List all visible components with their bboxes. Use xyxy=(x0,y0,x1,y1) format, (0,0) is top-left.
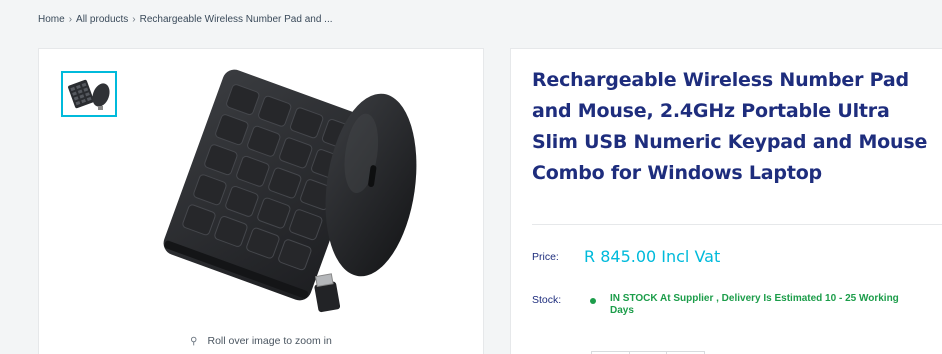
stock-row: Stock: IN STOCK At Supplier , Delivery I… xyxy=(532,293,910,317)
product-info: Rechargeable Wireless Number Pad and Mou… xyxy=(510,48,942,354)
price-label: Price: xyxy=(532,250,559,263)
keypad-mouse-image xyxy=(163,69,417,313)
breadcrumb-current: Rechargeable Wireless Number Pad and ... xyxy=(139,14,333,25)
breadcrumb: Home › All products › Rechargeable Wirel… xyxy=(38,14,333,25)
breadcrumb-all-products-link[interactable]: All products xyxy=(76,14,128,25)
divider xyxy=(532,224,942,225)
product-main-image[interactable] xyxy=(149,67,419,327)
price-value: R 845.00 Incl Vat xyxy=(584,247,721,266)
stock-value: IN STOCK At Supplier , Delivery Is Estim… xyxy=(610,293,899,316)
product-gallery: ⚲ Roll over image to zoom in xyxy=(38,48,484,354)
breadcrumb-home-link[interactable]: Home xyxy=(38,14,65,25)
thumbnail-image xyxy=(68,79,110,110)
breadcrumb-separator: › xyxy=(68,14,73,25)
breadcrumb-separator: › xyxy=(132,14,136,25)
stock-label: Stock: xyxy=(532,294,562,306)
product-title: Rechargeable Wireless Number Pad and Mou… xyxy=(532,69,928,184)
search-icon: ⚲ xyxy=(190,335,198,347)
zoom-hint-text: Roll over image to zoom in xyxy=(207,335,332,347)
gallery-thumbnail[interactable] xyxy=(61,71,117,117)
stock-status-dot-icon xyxy=(590,298,596,304)
zoom-hint: ⚲ Roll over image to zoom in xyxy=(39,335,483,347)
price-row: Price: R 845.00 Incl Vat xyxy=(532,247,720,266)
